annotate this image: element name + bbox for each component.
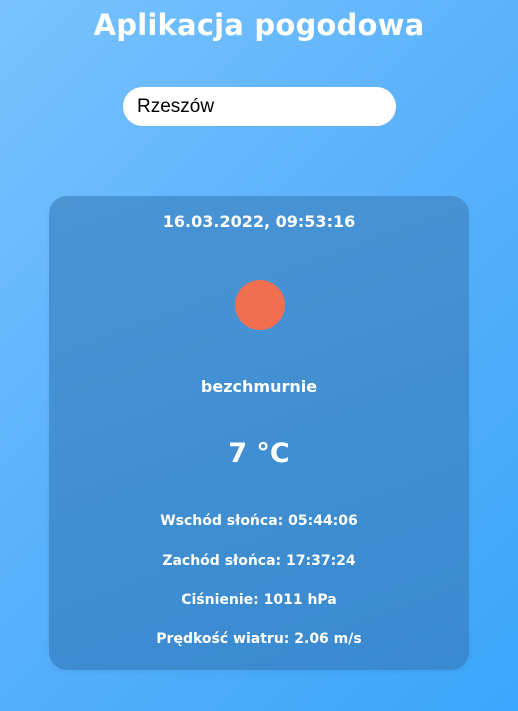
city-search-input[interactable] (123, 87, 396, 126)
weather-card: 16.03.2022, 09:53:16 bezchmurnie 7 °C Ws… (49, 196, 469, 670)
sunrise-time: Wschód słońca: 05:44:06 (160, 513, 358, 529)
sun-icon (235, 280, 285, 330)
weather-datetime: 16.03.2022, 09:53:16 (162, 212, 356, 231)
temperature-value: 7 °C (228, 438, 290, 469)
pressure-value: Ciśnienie: 1011 hPa (181, 592, 337, 608)
app-title: Aplikacja pogodowa (93, 8, 425, 42)
search-container (123, 87, 396, 126)
weather-description: bezchmurnie (200, 377, 318, 396)
sunset-time: Zachód słońca: 17:37:24 (162, 553, 356, 569)
wind-speed-value: Prędkość wiatru: 2.06 m/s (156, 631, 362, 647)
